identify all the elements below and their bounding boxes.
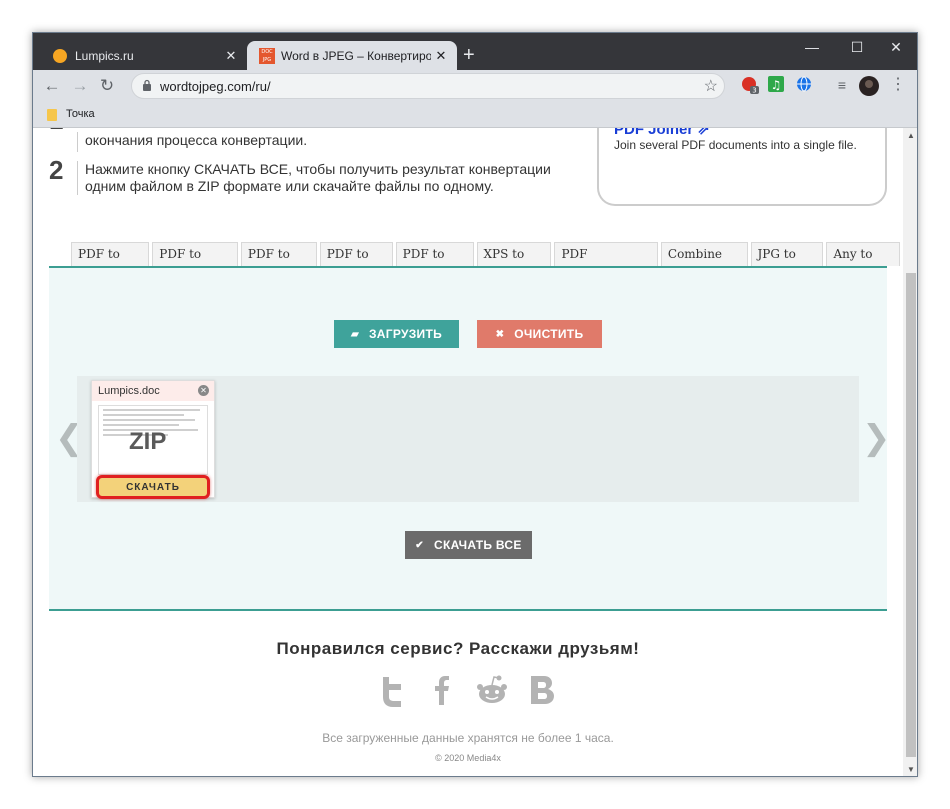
maximize-button[interactable]: ☐ xyxy=(842,39,872,56)
lumpics-favicon-icon xyxy=(53,48,67,63)
minimize-button[interactable]: — xyxy=(797,39,827,55)
step-number: 2 xyxy=(49,155,64,185)
clear-label: ОЧИСТИТЬ xyxy=(514,327,584,341)
tab-pdf-to-doc[interactable]: PDF to DOC xyxy=(71,242,150,284)
upload-button[interactable]: ▰ ЗАГРУЗИТЬ xyxy=(334,320,459,348)
profile-avatar[interactable] xyxy=(859,76,879,96)
scrollbar-thumb[interactable] xyxy=(906,273,916,757)
step-number: 1 xyxy=(49,128,63,133)
pdf-joiner-link[interactable]: PDF Joiner ⇗ xyxy=(614,128,710,138)
zip-label: ZIP xyxy=(129,428,167,455)
browser-window: Lumpics.ru ✕ DOC JPG Word в JPEG – Конве… xyxy=(32,32,918,777)
tab-any-to-pdf[interactable]: Any to PDF xyxy=(826,242,900,284)
next-arrow-icon[interactable]: ❯ xyxy=(862,418,891,458)
bookmark-star-icon[interactable]: ☆ xyxy=(704,76,718,96)
step-text: Нажмите кнопку СКАЧАТЬ ВСЕ, чтобы получи… xyxy=(77,161,587,195)
folder-icon xyxy=(47,109,57,121)
forward-button[interactable]: → xyxy=(69,75,91,97)
tab-xps-to-pdf[interactable]: XPS to PDF xyxy=(476,242,552,284)
storage-note: Все загруженные данные хранятся не более… xyxy=(322,731,614,745)
browser-toolbar: ← → ↻ wordtojpeg.com/ru/ ☆ 3 ♫ ≡ ⋮ xyxy=(33,70,917,102)
folder-open-icon: ▰ xyxy=(350,328,359,340)
svg-text:♫: ♫ xyxy=(771,78,782,92)
bookmark-tochka[interactable]: Точка xyxy=(66,108,95,120)
tab-word-to-jpeg[interactable]: DOC JPG Word в JPEG – Конвертировать ✕ xyxy=(247,41,457,70)
share-heading: Понравился сервис? Расскажи друзьям! xyxy=(276,639,640,658)
remove-file-icon[interactable]: ✕ xyxy=(198,385,209,396)
music-extension-icon[interactable]: ♫ xyxy=(767,76,785,94)
file-download-button[interactable]: СКАЧАТЬ xyxy=(96,475,210,499)
file-thumbnail: ZIP xyxy=(98,405,208,475)
promo-box: PDF Joiner ⇗ Join several PDF documents … xyxy=(597,128,887,206)
bookmarks-bar: Точка xyxy=(33,102,917,128)
vpn-extension-icon[interactable] xyxy=(795,76,813,94)
tab-bar: Lumpics.ru ✕ DOC JPG Word в JPEG – Конве… xyxy=(33,33,917,70)
scroll-down-icon[interactable]: ▼ xyxy=(903,762,917,776)
download-all-button[interactable]: ✔ СКАЧАТЬ ВСЕ xyxy=(405,531,532,559)
tab-pdf-compressor[interactable]: PDF Compressor xyxy=(554,242,658,284)
scroll-up-icon[interactable]: ▲ xyxy=(903,128,917,144)
tab-title: Lumpics.ru xyxy=(75,48,134,63)
upload-label: ЗАГРУЗИТЬ xyxy=(368,327,443,341)
media-control-icon[interactable]: ≡ xyxy=(833,76,851,94)
tab-lumpics[interactable]: Lumpics.ru ✕ xyxy=(41,41,247,70)
menu-kebab-icon[interactable]: ⋮ xyxy=(889,76,907,94)
new-tab-button[interactable]: + xyxy=(463,43,475,67)
copyright: © 2020 Media4x xyxy=(435,753,501,763)
clear-button[interactable]: ✖ ОЧИСТИТЬ xyxy=(477,320,602,348)
file-name: Lumpics.doc xyxy=(98,385,160,397)
vertical-scrollbar[interactable]: ▲ ▼ xyxy=(903,128,917,776)
converter-workarea: ▰ ЗАГРУЗИТЬ ✖ ОЧИСТИТЬ ❮ ❯ Lumpics.doc ✕ xyxy=(49,266,891,611)
reload-button[interactable]: ↻ xyxy=(96,75,118,97)
close-icon: ✖ xyxy=(495,328,505,340)
tab-pdf-to-png[interactable]: PDF to PNG xyxy=(395,242,474,284)
step-text: окончания процесса конвертации. xyxy=(77,132,587,152)
wordtojpeg-favicon-icon: DOC JPG xyxy=(259,47,275,64)
tab-pdf-to-text[interactable]: PDF to Text xyxy=(240,242,317,284)
tab-close-icon[interactable]: ✕ xyxy=(221,48,241,64)
file-list: Lumpics.doc ✕ ZIP СКАЧАТЬ xyxy=(77,376,859,502)
download-all-label: СКАЧАТЬ ВСЕ xyxy=(433,538,522,552)
twitter-icon[interactable] xyxy=(375,673,409,707)
back-button[interactable]: ← xyxy=(41,75,63,97)
tab-title: Word в JPEG – Конвертировать xyxy=(281,48,431,63)
tab-close-icon[interactable]: ✕ xyxy=(431,48,451,64)
svg-text:3: 3 xyxy=(752,87,756,95)
tab-jpg-to-pdf[interactable]: JPG to PDF xyxy=(750,242,824,284)
extension-red-icon[interactable]: 3 xyxy=(741,76,759,95)
file-card: Lumpics.doc ✕ ZIP СКАЧАТЬ xyxy=(91,380,215,499)
file-card-header: Lumpics.doc ✕ xyxy=(92,381,214,401)
tab-pdf-to-docx[interactable]: PDF to DOCX xyxy=(152,242,238,284)
facebook-icon[interactable] xyxy=(425,673,459,707)
vk-icon[interactable] xyxy=(525,673,559,707)
checkmark-icon: ✔ xyxy=(415,539,424,551)
converter-tabs: PDF to DOC PDF to DOCX PDF to Text PDF t… xyxy=(71,242,903,284)
reddit-icon[interactable] xyxy=(475,673,509,707)
tab-pdf-to-jpg[interactable]: PDF to JPG xyxy=(319,242,393,284)
lock-icon xyxy=(143,79,151,91)
window-close-button[interactable]: ✕ xyxy=(881,39,911,56)
promo-description: Join several PDF documents into a single… xyxy=(614,138,857,152)
page-viewport: 1 окончания процесса конвертации. 2 Нажм… xyxy=(33,128,903,776)
tab-combine-pdf[interactable]: Combine PDF xyxy=(660,242,748,284)
address-bar[interactable]: wordtojpeg.com/ru/ ☆ xyxy=(131,73,725,99)
url-text: wordtojpeg.com/ru/ xyxy=(160,79,271,94)
